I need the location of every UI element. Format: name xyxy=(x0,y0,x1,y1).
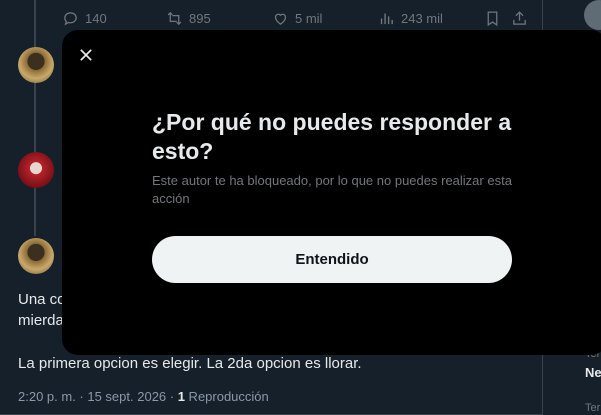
dialog-message: Este autor te ha bloqueado, por lo que n… xyxy=(152,173,512,206)
reproductions-count: 1 xyxy=(177,389,185,404)
heart-icon xyxy=(274,13,287,25)
reply-icon xyxy=(64,11,77,26)
close-icon xyxy=(80,49,92,61)
views-button[interactable]: 243 mil xyxy=(378,10,443,27)
post-text: La primera opcion es elegir. La 2da opci… xyxy=(18,355,362,372)
dialog-title: ¿Por qué no puedes responder a esto? xyxy=(152,109,512,164)
retweet-count: 895 xyxy=(189,10,211,26)
reply-count: 140 xyxy=(85,10,107,26)
post-timestamp[interactable]: 2:20 p. m. · 15 sept. 2026 · xyxy=(18,389,178,404)
thread-line xyxy=(34,0,36,236)
post-text-fragment: Una co xyxy=(18,291,66,308)
reply-button[interactable]: 140 xyxy=(62,10,107,27)
views-icon xyxy=(380,13,393,24)
share-icon xyxy=(513,10,526,25)
close-button[interactable] xyxy=(71,40,101,70)
post-metadata: 2:20 p. m. · 15 sept. 2026 · 1 Reproducc… xyxy=(18,389,269,404)
avatar[interactable] xyxy=(18,152,54,188)
avatar[interactable] xyxy=(18,238,54,274)
share-button[interactable] xyxy=(511,10,528,27)
like-button[interactable]: 5 mil xyxy=(272,10,322,27)
bookmark-icon xyxy=(487,10,498,26)
sidebar-trend-title[interactable]: Ne xyxy=(585,365,601,380)
retweet-button[interactable]: 895 xyxy=(166,10,211,27)
bookmark-button[interactable] xyxy=(484,10,501,27)
blocked-reply-dialog: ¿Por qué no puedes responder a esto? Est… xyxy=(62,30,601,355)
avatar[interactable] xyxy=(18,47,54,83)
sidebar-trend-category: Ter xyxy=(585,402,601,414)
retweet-icon xyxy=(167,11,182,25)
reproductions-label: Reproducción xyxy=(184,389,269,404)
sidebar-avatar xyxy=(584,0,601,30)
tweet-action-bar: 140 895 5 mil 243 mil xyxy=(62,8,532,28)
post-text-fragment: mierda xyxy=(18,312,64,329)
views-count: 243 mil xyxy=(401,10,443,26)
understood-button[interactable]: Entendido xyxy=(152,236,512,283)
like-count: 5 mil xyxy=(295,10,323,26)
